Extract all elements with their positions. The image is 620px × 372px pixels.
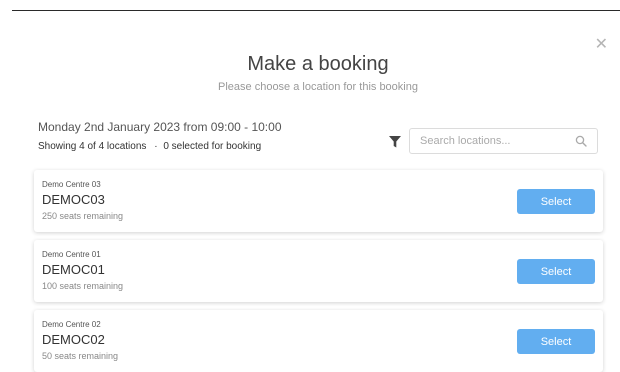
centre-code: DEMOC02 — [42, 332, 105, 347]
location-status: Showing 4 of 4 locations · 0 selected fo… — [38, 141, 261, 152]
search-icon[interactable] — [575, 135, 587, 147]
seats-remaining: 250 seats remaining — [42, 211, 124, 221]
select-button[interactable]: Select — [517, 329, 595, 354]
booking-modal: ✕ Make a booking Please choose a locatio… — [0, 0, 620, 372]
showing-count: Showing 4 of 4 locations — [38, 141, 147, 152]
filter-icon[interactable] — [388, 135, 402, 149]
selected-count: 0 selected for booking — [163, 141, 262, 152]
centre-name: Demo Centre 01 — [42, 250, 101, 259]
separator-dot: · — [154, 141, 158, 152]
modal-subtitle: Please choose a location for this bookin… — [218, 81, 418, 93]
seats-remaining: 100 seats remaining — [42, 281, 124, 291]
close-icon[interactable]: ✕ — [595, 36, 608, 52]
location-card: Demo Centre 03 DEMOC03 250 seats remaini… — [34, 170, 603, 232]
centre-name: Demo Centre 03 — [42, 180, 101, 189]
centre-code: DEMOC01 — [42, 262, 105, 277]
top-divider — [12, 10, 620, 11]
seats-remaining: 50 seats remaining — [42, 351, 119, 361]
location-card: Demo Centre 02 DEMOC02 50 seats remainin… — [34, 310, 603, 372]
booking-date: Monday 2nd January 2023 from 09:00 - 10:… — [38, 120, 282, 134]
modal-title: Make a booking — [247, 53, 389, 75]
location-card: Demo Centre 01 DEMOC01 100 seats remaini… — [34, 240, 603, 302]
search-box — [409, 128, 598, 154]
select-button[interactable]: Select — [517, 259, 595, 284]
select-button[interactable]: Select — [517, 189, 595, 214]
search-input[interactable] — [410, 129, 570, 153]
centre-name: Demo Centre 02 — [42, 320, 101, 329]
centre-code: DEMOC03 — [42, 192, 105, 207]
